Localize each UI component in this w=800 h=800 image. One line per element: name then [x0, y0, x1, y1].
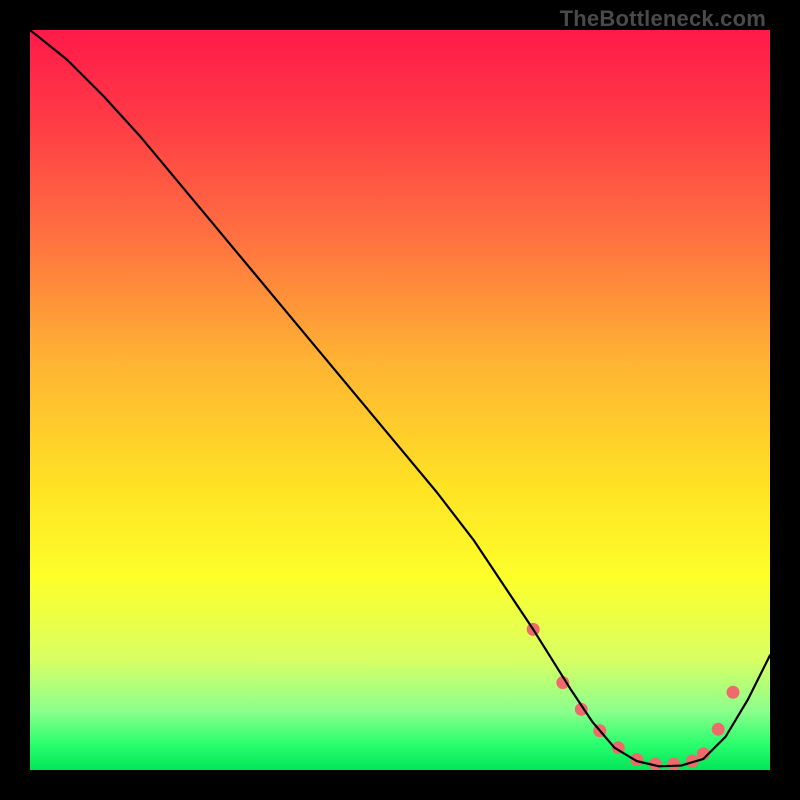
gradient-background — [30, 30, 770, 770]
bottleneck-chart — [30, 30, 770, 770]
chart-frame — [30, 30, 770, 770]
highlight-point — [712, 723, 725, 736]
attribution-label: TheBottleneck.com — [560, 6, 766, 32]
highlight-point — [727, 686, 740, 699]
highlight-point — [667, 758, 680, 770]
